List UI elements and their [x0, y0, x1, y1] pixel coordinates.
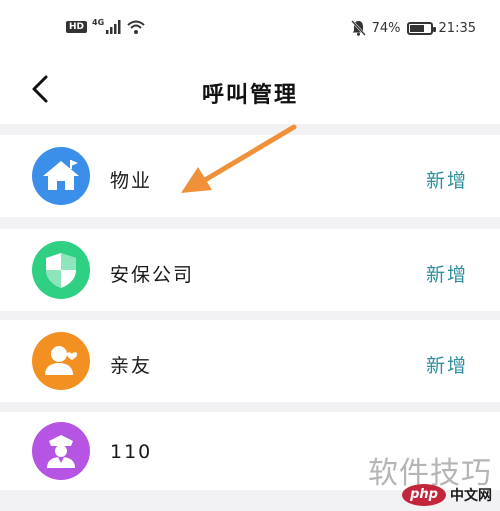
- php-logo: php: [402, 484, 446, 506]
- list-item-family-friends[interactable]: 亲友 新增: [0, 320, 500, 402]
- battery-icon: [406, 21, 436, 35]
- status-bar: HD 4G 74% 21:35: [0, 0, 500, 62]
- status-right: 74% 21:35: [350, 20, 476, 36]
- police-icon: [32, 422, 90, 480]
- list-item-label: 110: [110, 441, 153, 463]
- watermark-brand-suffix: 中文网: [450, 488, 492, 504]
- list-item-security-company[interactable]: 安保公司 新增: [0, 229, 500, 311]
- shield-icon: [32, 241, 90, 299]
- house-icon: [32, 147, 90, 205]
- network-type: 4G: [92, 17, 105, 27]
- battery-fill: [409, 24, 425, 32]
- watermark-logo: php 中文网: [402, 484, 492, 506]
- page-title: 呼叫管理: [201, 83, 298, 108]
- add-button[interactable]: 新增: [426, 351, 468, 378]
- nav-bar: 呼叫管理: [0, 62, 500, 124]
- add-button[interactable]: 新增: [426, 260, 468, 287]
- battery-percent: 74%: [371, 20, 401, 36]
- list-item-label: 安保公司: [110, 264, 195, 286]
- signal-icon: [106, 20, 121, 34]
- status-left: HD 4G: [66, 17, 145, 34]
- list-item-property[interactable]: 物业 新增: [0, 135, 500, 217]
- list-item-label: 物业: [110, 170, 153, 192]
- person-heart-icon: [32, 332, 90, 390]
- wifi-icon: [127, 20, 145, 34]
- hd-badge: HD: [66, 21, 88, 33]
- clock: 21:35: [438, 20, 476, 36]
- add-button[interactable]: 新增: [426, 166, 468, 193]
- mute-bell-icon: [350, 20, 366, 36]
- list-item-label: 亲友: [110, 355, 153, 377]
